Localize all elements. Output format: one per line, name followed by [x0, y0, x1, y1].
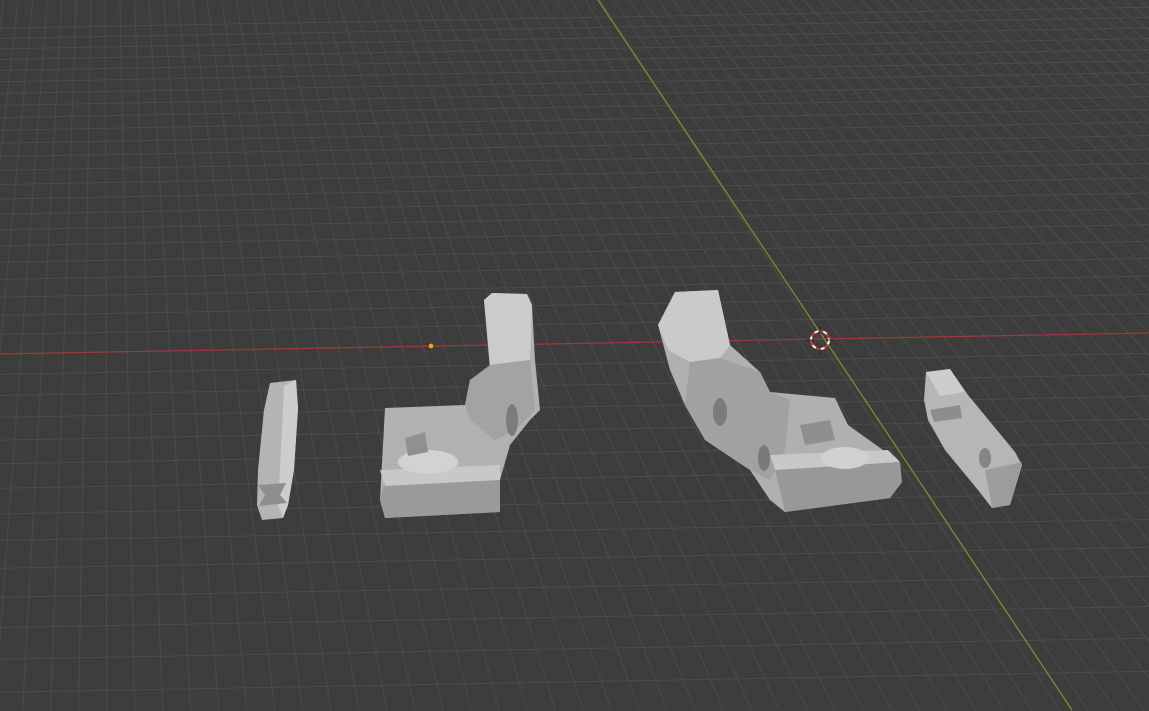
grid-line — [0, 208, 1149, 231]
grid-line — [483, 0, 836, 711]
grid-line — [0, 519, 1149, 541]
x-axis-line — [0, 332, 1149, 355]
grid-line — [0, 148, 1149, 171]
grid-line — [0, 575, 1149, 598]
grid-line — [904, 0, 1149, 234]
grid-line — [0, 121, 1149, 144]
grid-line — [0, 135, 1149, 158]
grid-line — [0, 670, 1149, 693]
grid-line — [0, 0, 48, 644]
grid-line — [78, 0, 92, 711]
grid-line — [104, 0, 108, 711]
grid-line — [0, 83, 1149, 106]
grid-line — [0, 275, 1149, 298]
grid-line — [774, 0, 1149, 429]
grid-line — [846, 0, 1149, 312]
grid-line — [133, 0, 164, 711]
grid-line — [119, 0, 136, 711]
grid-line — [0, 492, 1149, 515]
grid-line — [50, 0, 77, 711]
grid-line — [1079, 0, 1149, 55]
object-origin-icon — [427, 342, 435, 350]
grid-line — [279, 0, 444, 711]
grid-line — [352, 0, 584, 711]
3d-viewport[interactable] — [0, 0, 1149, 711]
grid-line — [0, 546, 1149, 569]
grid-line — [0, 0, 5, 32]
grid-line — [0, 16, 1149, 39]
grid-line — [570, 0, 1004, 711]
grid-line — [177, 0, 248, 711]
grid-line — [148, 0, 192, 711]
grid-line — [803, 0, 1149, 380]
viewport-canvas[interactable] — [0, 0, 1149, 711]
grid-line — [0, 637, 1149, 660]
grid-line — [890, 0, 1149, 253]
grid-line — [744, 0, 1149, 483]
grid-line — [250, 0, 388, 711]
grid-line — [163, 0, 220, 711]
grid-line — [0, 224, 1149, 247]
grid-line — [1137, 0, 1149, 9]
grid-line — [541, 0, 948, 711]
grid-line — [221, 0, 332, 711]
grid-line — [1108, 0, 1149, 32]
grid-line — [0, 606, 1149, 629]
grid-line — [1094, 0, 1149, 43]
grid-line — [293, 0, 472, 711]
grid-line — [730, 0, 1149, 512]
grid-line — [0, 293, 1149, 316]
grid-line — [0, 0, 34, 357]
mesh-part-bar-left[interactable] — [257, 380, 298, 520]
grid-line — [0, 240, 1149, 263]
grid-line — [22, 0, 63, 711]
grid-line — [555, 0, 976, 711]
grid-line — [0, 60, 1149, 83]
floor-grid — [0, 0, 1149, 711]
grid-line — [0, 312, 1149, 335]
grid-line — [192, 0, 276, 711]
